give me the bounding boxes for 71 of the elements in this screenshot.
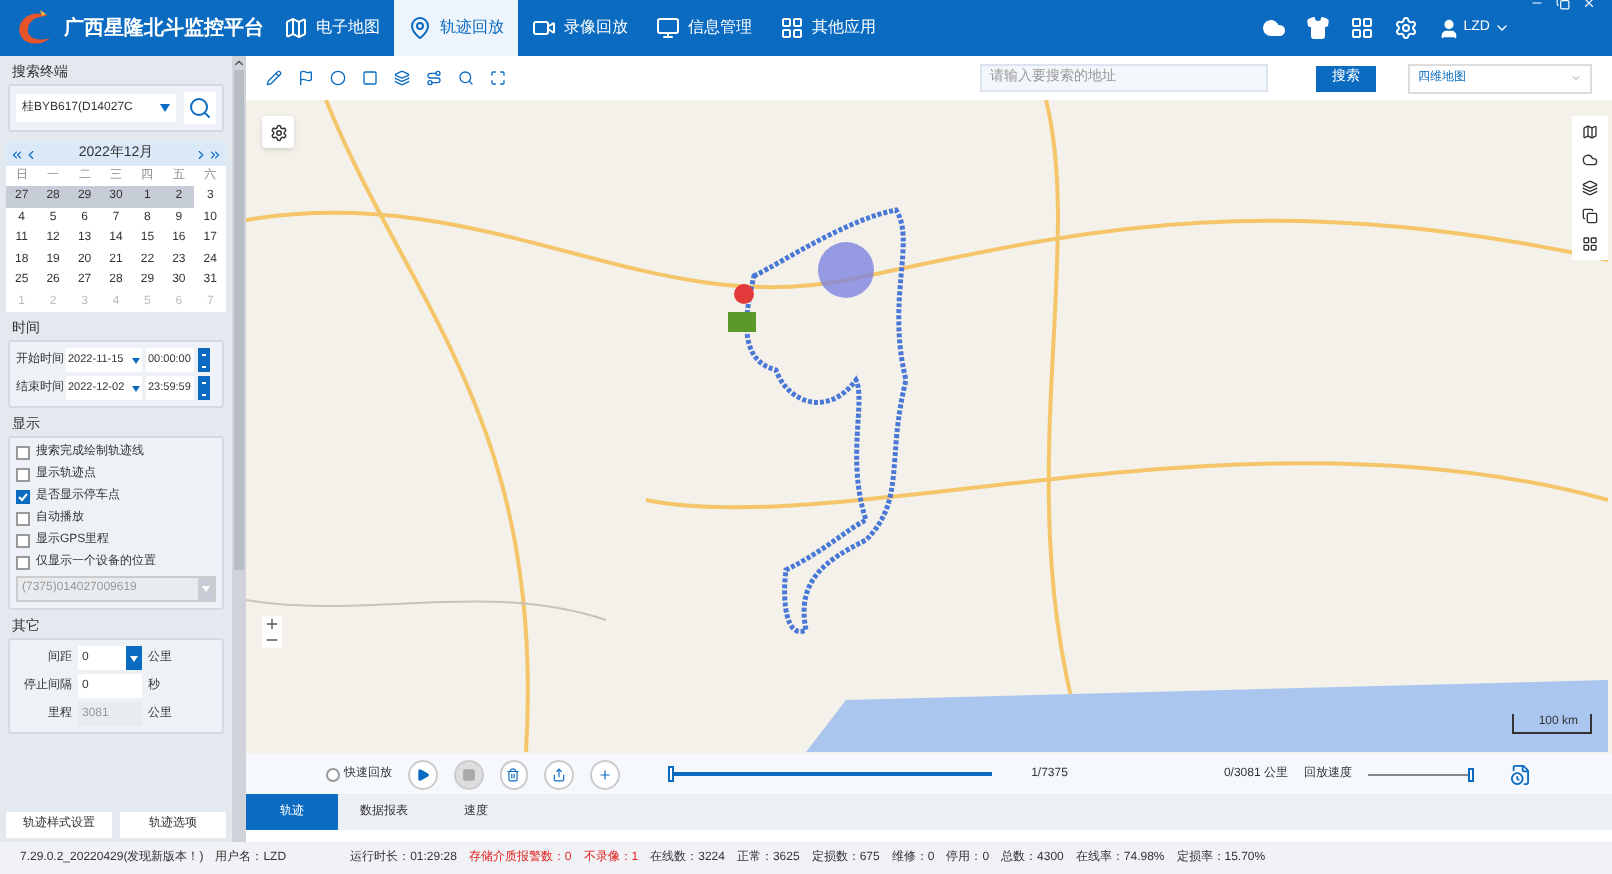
caret-icon [1570,72,1582,84]
time-spinner[interactable] [198,348,210,372]
user-icon[interactable] [1437,17,1460,39]
checkbox[interactable] [16,512,30,526]
fullscreen-icon[interactable] [490,70,506,86]
nav-tab[interactable]: 信息管理 [642,0,766,56]
time-spinner[interactable] [198,376,210,400]
nav-tab[interactable]: 电子地图 [270,0,394,56]
check-icon [18,492,28,502]
caret-icon [160,104,170,112]
play-icon [415,767,430,781]
nav-icon [780,16,804,40]
stop-icon [461,767,476,781]
export-button[interactable] [544,759,575,789]
checkbox[interactable] [16,490,30,504]
share-icon [552,767,567,781]
prev-month-icon[interactable] [24,147,38,161]
report-icon[interactable] [1510,763,1533,785]
next-month-icon[interactable] [194,147,208,161]
close-icon[interactable] [1582,0,1596,10]
minimize-icon[interactable] [1530,0,1544,10]
search-icon[interactable] [458,70,474,86]
layers-icon[interactable] [394,70,410,86]
caret-icon [132,357,140,363]
scroll-up-icon[interactable] [232,56,246,70]
zoom-in-icon[interactable] [264,616,280,632]
cloud-icon[interactable] [1261,16,1286,40]
gear-icon [269,123,287,141]
restore-icon[interactable] [1556,0,1570,10]
route-icon[interactable] [426,70,442,86]
nav-icon [408,16,432,40]
caret-icon [132,385,140,391]
map-tool-icon[interactable] [1582,180,1598,196]
next-year-icon[interactable] [208,147,222,161]
checkbox[interactable] [16,556,30,570]
play-button[interactable] [407,759,438,789]
caret-icon[interactable] [1494,20,1510,36]
progress-handle[interactable] [667,766,674,782]
nav-icon [656,16,680,40]
settings-icon[interactable] [1393,16,1418,40]
location-marker-icon [734,284,754,304]
checkbox[interactable] [16,446,30,460]
nav-icon [532,16,556,40]
map-tool-icon[interactable] [1582,208,1598,224]
nav-tab[interactable]: 其他应用 [766,0,890,56]
nav-tab[interactable]: 录像回放 [518,0,642,56]
trash-icon [506,767,521,781]
grid-icon[interactable] [1349,16,1374,40]
map-tool-icon[interactable] [1582,236,1598,252]
circle-icon[interactable] [330,70,346,86]
flag-icon[interactable] [298,70,314,86]
map-tool-icon[interactable] [1582,152,1598,168]
nav-tab[interactable]: 轨迹回放 [394,0,518,56]
layer-button[interactable] [262,116,294,148]
app-title: 广西星隆北斗监控平台 [64,14,264,43]
prev-year-icon[interactable] [10,147,24,161]
pencil-icon[interactable] [266,70,282,86]
checkbox[interactable] [16,468,30,482]
speed-handle[interactable] [1468,767,1475,781]
caret-icon [130,655,138,661]
radio-button[interactable] [326,767,340,781]
stop-marker-icon [728,312,756,332]
nav-icon [284,16,308,40]
map-tool-icon[interactable] [1582,124,1598,140]
plus-icon [598,767,613,781]
delete-button[interactable] [499,759,529,789]
search-button[interactable] [184,92,216,124]
caret-icon [202,586,210,592]
square-icon[interactable] [362,70,378,86]
shirt-icon[interactable] [1305,16,1330,40]
checkbox[interactable] [16,534,30,548]
